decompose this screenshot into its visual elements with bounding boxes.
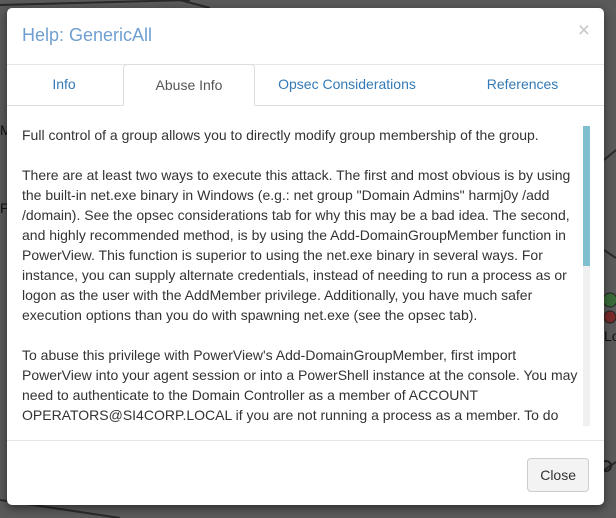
tab-abuse-info[interactable]: Abuse Info <box>123 64 255 106</box>
graph-node-label: Lo <box>604 328 616 344</box>
close-button[interactable]: Close <box>527 458 589 492</box>
paragraph: Full control of a group allows you to di… <box>22 127 539 143</box>
tab-info[interactable]: Info <box>22 64 106 105</box>
abuse-info-content: Full control of a group allows you to di… <box>22 118 580 430</box>
paragraph: There are at least two ways to execute t… <box>22 167 571 323</box>
dialog-title: Help: GenericAll <box>22 25 153 45</box>
dialog-footer: Close <box>7 440 604 505</box>
scrollbar-thumb[interactable] <box>583 126 590 266</box>
content-scrollbar[interactable] <box>583 126 590 426</box>
help-dialog: Help: GenericAll × Info Abuse Info Opsec… <box>7 8 604 505</box>
tab-bar: Info Abuse Info Opsec Considerations Ref… <box>7 64 604 106</box>
close-icon[interactable]: × <box>578 20 590 41</box>
tab-references[interactable]: References <box>455 64 590 105</box>
paragraph: To abuse this privilege with PowerView's… <box>22 347 578 423</box>
tab-opsec-considerations[interactable]: Opsec Considerations <box>259 64 435 105</box>
dialog-header: Help: GenericAll × <box>7 8 604 65</box>
